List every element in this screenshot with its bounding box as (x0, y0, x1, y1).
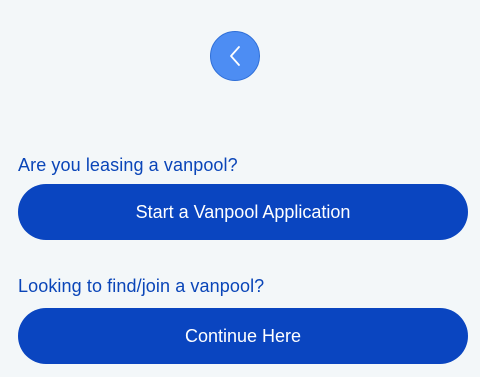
lease-prompt: Are you leasing a vanpool? (18, 155, 238, 175)
start-application-button[interactable]: Start a Vanpool Application (18, 184, 468, 240)
continue-label: Continue Here (184, 325, 302, 346)
start-application-label: Start a Vanpool Application (135, 201, 351, 222)
continue-button[interactable]: Continue Here (18, 308, 468, 364)
chevron-left-icon (228, 45, 242, 67)
back-button[interactable] (210, 31, 260, 81)
find-prompt: Looking to find/join a vanpool? (18, 276, 265, 296)
